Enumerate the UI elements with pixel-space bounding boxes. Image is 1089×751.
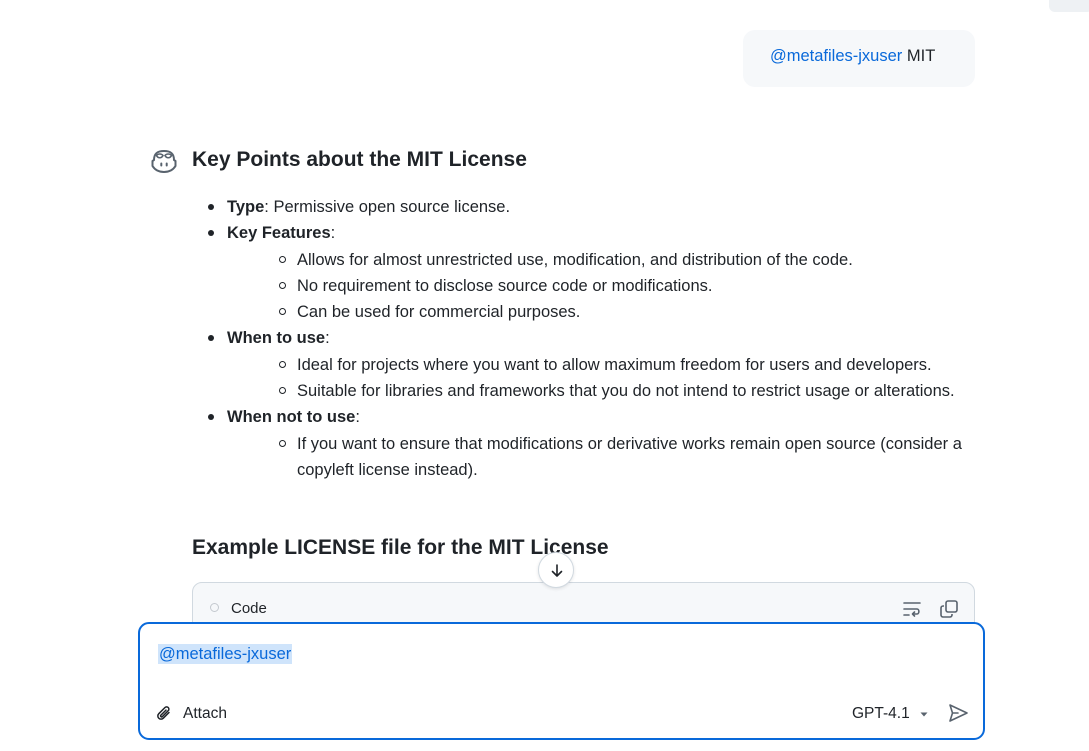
list-item: When not to use: If you want to ensure th… <box>192 404 992 483</box>
copilot-icon <box>151 150 177 173</box>
sub-list-item: Can be used for commercial purposes. <box>227 299 1017 325</box>
arrow-down-icon <box>551 564 563 577</box>
sub-list-item: Suitable for libraries and frameworks th… <box>227 378 1017 404</box>
sub-list-item: No requirement to disclose source code o… <box>227 273 1017 299</box>
user-message-bubble: @metafiles-jxuser MIT <box>743 30 975 87</box>
code-status-dot <box>210 603 219 612</box>
list-item-text: : Permissive open source license. <box>264 198 511 216</box>
sub-list-item: Ideal for projects where you want to all… <box>227 352 1017 378</box>
list-item-text: : <box>330 224 336 243</box>
model-label: GPT-4.1 <box>852 705 910 722</box>
sub-list: Allows for almost unrestricted use, modi… <box>227 247 992 326</box>
attach-button[interactable]: Attach <box>156 703 227 725</box>
answer-heading: Key Points about the MIT License <box>192 148 527 171</box>
paperclip-icon <box>157 706 170 720</box>
list-item-text: : <box>325 329 330 348</box>
chat-composer[interactable]: @metafiles-jxuser Attach GPT-4.1 <box>138 622 985 740</box>
user-mention[interactable]: @metafiles-jxuser <box>770 47 902 65</box>
answer-body: Type: Permissive open source license. Key… <box>192 194 992 483</box>
list-item-label: Type <box>227 198 265 216</box>
code-label: Code <box>231 600 267 617</box>
composer-mention: @metafiles-jxuser <box>158 644 293 664</box>
attach-label: Attach <box>183 705 227 722</box>
scroll-to-bottom-button[interactable] <box>538 552 574 588</box>
list-item: Key Features: Allows for almost unrestric… <box>192 220 992 325</box>
send-icon[interactable] <box>947 702 969 724</box>
model-picker[interactable]: GPT-4.1 <box>852 703 929 725</box>
triangle-down-icon <box>920 712 928 717</box>
composer-input[interactable]: @metafiles-jxuser <box>158 644 293 664</box>
list-item-label: When not to use <box>227 408 356 427</box>
sub-list: Ideal for projects where you want to all… <box>227 352 992 405</box>
list-item-label: When to use <box>227 329 326 348</box>
user-message-text: MIT <box>902 47 936 65</box>
list-item: When to use: Ideal for projects where you… <box>192 325 992 404</box>
sub-list-item: If you want to ensure that modifications… <box>227 431 1017 484</box>
copy-icon[interactable] <box>939 599 959 619</box>
sub-list-item: Allows for almost unrestricted use, modi… <box>227 247 1017 273</box>
list-item: Type: Permissive open source license. <box>192 194 992 220</box>
word-wrap-icon[interactable] <box>902 600 922 618</box>
sub-list: If you want to ensure that modifications… <box>227 431 992 484</box>
list-item-label: Key Features <box>227 224 331 243</box>
list-item-text: : <box>355 408 360 427</box>
top-right-control[interactable] <box>1049 0 1089 12</box>
answer-list: Type: Permissive open source license. Key… <box>192 194 992 483</box>
